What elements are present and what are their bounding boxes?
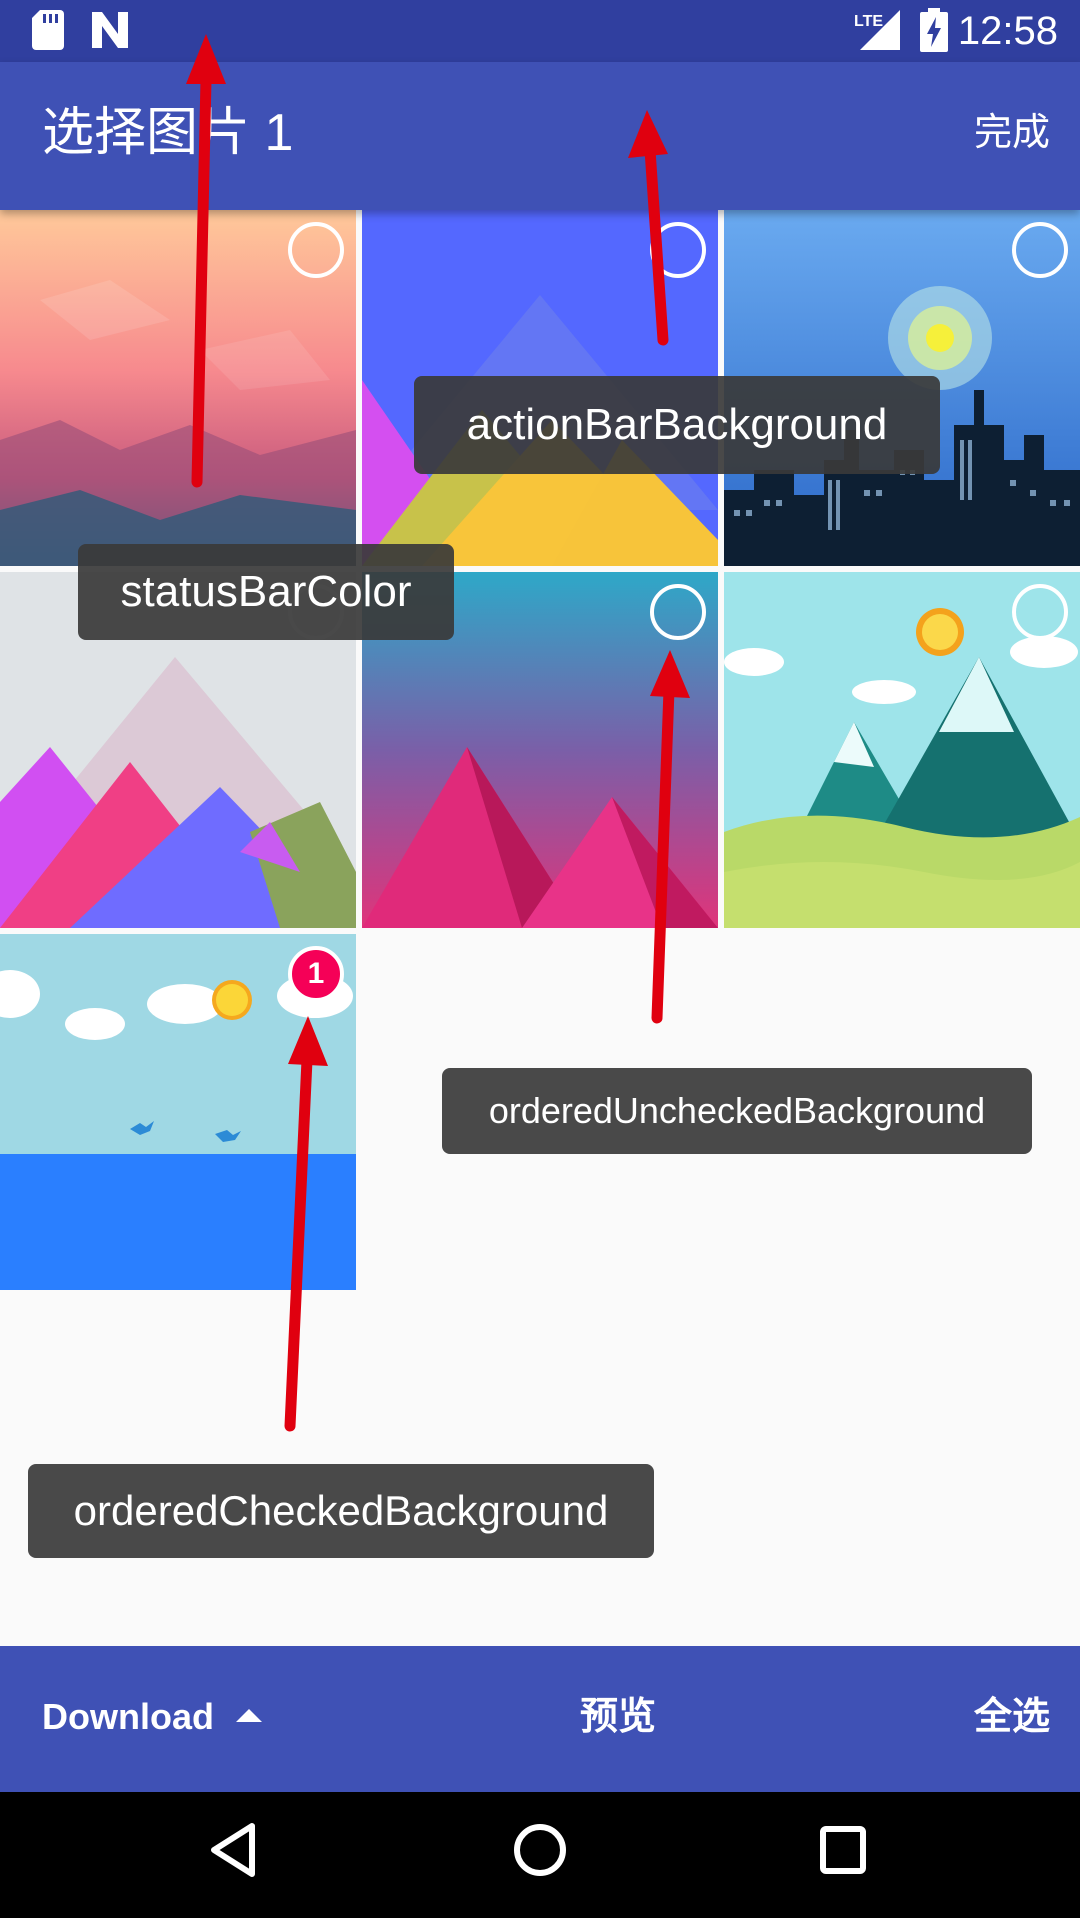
back-icon[interactable] [208, 1820, 258, 1885]
clock: 12:58 [957, 9, 1058, 53]
image-tile[interactable] [724, 572, 1080, 928]
folder-selector[interactable]: Download [42, 1694, 262, 1740]
image-tile[interactable] [0, 210, 356, 566]
action-bar: 选择图片 1 完成 [0, 62, 1080, 210]
annotation-action-bar-background: actionBarBackground [414, 376, 940, 474]
triangle-up-icon [235, 1708, 262, 1722]
unchecked-circle[interactable] [650, 222, 706, 278]
signal-icon: LTE [852, 8, 902, 57]
image-tile-selected[interactable]: 1 [0, 934, 356, 1290]
unchecked-circle[interactable] [288, 222, 344, 278]
navigation-bar [0, 1792, 1080, 1918]
page-title: 选择图片 1 [42, 104, 294, 162]
sd-card-icon [32, 10, 64, 55]
annotation-ordered-checked-background: orderedCheckedBackground [28, 1464, 654, 1558]
unchecked-circle[interactable] [650, 584, 706, 640]
checked-order-badge[interactable]: 1 [288, 946, 344, 1002]
battery-charging-icon [920, 8, 948, 57]
unchecked-circle[interactable] [1012, 222, 1068, 278]
done-button[interactable]: 完成 [974, 110, 1050, 156]
status-bar: LTE 12:58 [0, 0, 1080, 62]
preview-button[interactable]: 预览 [580, 1694, 656, 1740]
recents-icon[interactable] [818, 1820, 868, 1885]
n-logo-icon [90, 10, 130, 55]
folder-label: Download [42, 1696, 214, 1737]
select-all-button[interactable]: 全选 [974, 1694, 1050, 1740]
bottom-toolbar: Download 预览 全选 [0, 1646, 1080, 1792]
unchecked-circle[interactable] [1012, 584, 1068, 640]
annotation-status-bar-color: statusBarColor [78, 544, 454, 640]
annotation-ordered-unchecked-background: orderedUncheckedBackground [442, 1068, 1032, 1154]
svg-text:LTE: LTE [854, 13, 883, 30]
home-icon[interactable] [512, 1820, 568, 1885]
